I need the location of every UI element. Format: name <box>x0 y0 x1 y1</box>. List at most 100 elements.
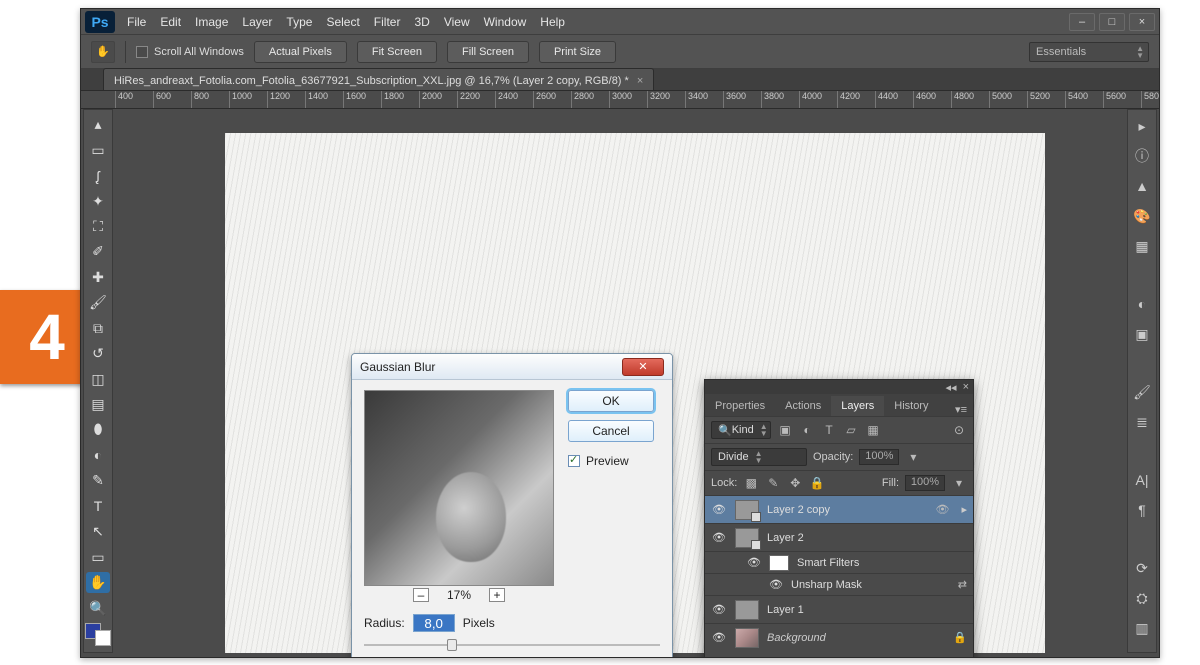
layer-item-layer2copy[interactable]: 👁 Layer 2 copy 👁 ▸ <box>705 495 973 523</box>
document-tab[interactable]: HiRes_andreaxt_Fotolia.com_Fotolia_63677… <box>103 68 654 90</box>
layer-filter-kind[interactable]: 🔍 Kind▲▼ <box>711 421 771 439</box>
magic-wand-tool-icon[interactable]: ✦ <box>86 190 110 211</box>
radius-slider[interactable] <box>364 638 660 652</box>
slider-thumb[interactable] <box>447 639 457 651</box>
maximize-button[interactable]: □ <box>1099 13 1125 31</box>
character-panel-icon[interactable]: A| <box>1131 470 1153 490</box>
tab-actions[interactable]: Actions <box>775 396 831 416</box>
zoom-tool-icon[interactable]: 🔍 <box>86 597 110 618</box>
preview-checkbox[interactable]: Preview <box>568 454 654 468</box>
actual-pixels-button[interactable]: Actual Pixels <box>254 41 347 63</box>
blur-tool-icon[interactable]: ⬮ <box>86 419 110 440</box>
lock-image-icon[interactable]: ✎ <box>765 475 781 491</box>
visibility-icon[interactable]: 👁 <box>711 531 727 544</box>
radius-input[interactable] <box>413 614 455 632</box>
fill-flyout-icon[interactable]: ▾ <box>951 475 967 491</box>
minimize-button[interactable]: – <box>1069 13 1095 31</box>
brush-tool-icon[interactable]: 🖌 <box>86 292 110 313</box>
print-size-button[interactable]: Print Size <box>539 41 616 63</box>
filter-mask-thumbnail[interactable] <box>769 555 789 571</box>
visibility-icon[interactable]: 👁 <box>711 603 727 616</box>
history-brush-tool-icon[interactable]: ↺ <box>86 343 110 364</box>
fill-value[interactable]: 100% <box>905 475 945 491</box>
filter-fx-icon[interactable]: 👁 <box>936 503 950 516</box>
pen-tool-icon[interactable]: ✎ <box>86 470 110 491</box>
workspace-switcher[interactable]: Essentials ▲▼ <box>1029 42 1149 62</box>
collapse-dock-icon[interactable]: ▸ <box>1131 116 1153 136</box>
menu-layer[interactable]: Layer <box>242 15 272 29</box>
opacity-value[interactable]: 100% <box>859 449 899 465</box>
fit-screen-button[interactable]: Fit Screen <box>357 41 437 63</box>
histogram-panel-icon[interactable]: ⛭ <box>1131 588 1153 608</box>
layer-name[interactable]: Layer 2 <box>767 532 804 544</box>
visibility-icon[interactable]: 👁 <box>711 503 727 516</box>
menu-edit[interactable]: Edit <box>160 15 181 29</box>
visibility-icon[interactable]: 👁 <box>769 578 783 591</box>
eraser-tool-icon[interactable]: ◫ <box>86 368 110 389</box>
paragraph-panel-icon[interactable]: ¶ <box>1131 500 1153 520</box>
dialog-close-button[interactable]: ✕ <box>622 358 664 376</box>
dialog-titlebar[interactable]: Gaussian Blur ✕ <box>352 354 672 380</box>
lasso-tool-icon[interactable]: ᶘ <box>86 165 110 186</box>
color-swatches[interactable] <box>85 623 111 646</box>
layer-thumbnail[interactable] <box>735 500 759 520</box>
brushes-panel-icon[interactable]: 🖌 <box>1131 382 1153 402</box>
layers-floating-panel[interactable]: ◂◂ × Properties Actions Layers History ▾… <box>704 379 974 658</box>
lock-position-icon[interactable]: ✥ <box>787 475 803 491</box>
styles-panel-icon[interactable]: ▦ <box>1131 236 1153 256</box>
layer-item-layer2[interactable]: 👁 Layer 2 <box>705 523 973 551</box>
fill-screen-button[interactable]: Fill Screen <box>447 41 529 63</box>
window-close-button[interactable]: × <box>1129 13 1155 31</box>
background-color[interactable] <box>95 630 111 646</box>
menu-view[interactable]: View <box>444 15 470 29</box>
tab-properties[interactable]: Properties <box>705 396 775 416</box>
menu-3d[interactable]: 3D <box>414 15 429 29</box>
snapshots-panel-icon[interactable]: ▥ <box>1131 618 1153 638</box>
menu-window[interactable]: Window <box>484 15 527 29</box>
smart-filters-heading[interactable]: 👁 Smart Filters <box>705 551 973 573</box>
tab-history[interactable]: History <box>884 396 938 416</box>
panel-collapse-icon[interactable]: ◂◂ <box>946 381 957 394</box>
menu-help[interactable]: Help <box>540 15 565 29</box>
filter-smart-icon[interactable]: ▦ <box>865 422 881 438</box>
ok-button[interactable]: OK <box>568 390 654 412</box>
menu-image[interactable]: Image <box>195 15 228 29</box>
menu-filter[interactable]: Filter <box>374 15 401 29</box>
layer-thumbnail[interactable] <box>735 528 759 548</box>
shape-tool-icon[interactable]: ▭ <box>86 546 110 567</box>
zoom-out-button[interactable]: – <box>413 588 429 602</box>
panel-close-icon[interactable]: × <box>963 381 969 393</box>
layer-collapse-icon[interactable]: ▸ <box>961 503 967 516</box>
filter-type-icon[interactable]: T <box>821 422 837 438</box>
adjustments-panel-icon[interactable]: ◐ <box>1131 294 1153 314</box>
hand-tool-icon[interactable]: ✋ <box>91 41 115 63</box>
lock-all-icon[interactable]: 🔒 <box>809 475 825 491</box>
brush-presets-panel-icon[interactable]: ≣ <box>1131 412 1153 432</box>
healing-brush-tool-icon[interactable]: ✚ <box>86 267 110 288</box>
layer-name[interactable]: Background <box>767 632 826 644</box>
navigator-panel-icon[interactable]: ⟳ <box>1131 558 1153 578</box>
layer-thumbnail[interactable] <box>735 600 759 620</box>
move-tool-icon[interactable]: ▴ <box>86 114 110 135</box>
layer-item-layer1[interactable]: 👁 Layer 1 <box>705 595 973 623</box>
dodge-tool-icon[interactable]: ◐ <box>86 445 110 466</box>
gaussian-blur-dialog[interactable]: Gaussian Blur ✕ – 17% + OK Cancel Previe <box>351 353 673 658</box>
blend-mode-dropdown[interactable]: Divide▲▼ <box>711 448 807 466</box>
masks-panel-icon[interactable]: ▣ <box>1131 324 1153 344</box>
lock-transparent-icon[interactable]: ▩ <box>743 475 759 491</box>
path-select-tool-icon[interactable]: ↖ <box>86 521 110 542</box>
smart-filter-name[interactable]: Unsharp Mask <box>791 579 862 591</box>
filter-options-icon[interactable]: ⇄ <box>958 578 967 591</box>
filter-pixel-icon[interactable]: ▣ <box>777 422 793 438</box>
smart-filter-item[interactable]: 👁 Unsharp Mask ⇄ <box>705 573 973 595</box>
info-panel-icon[interactable]: ⓘ <box>1131 146 1153 166</box>
gradient-tool-icon[interactable]: ▤ <box>86 394 110 415</box>
swatches-panel-icon[interactable]: 🎨 <box>1131 206 1153 226</box>
close-tab-icon[interactable]: × <box>637 75 643 87</box>
tab-layers[interactable]: Layers <box>831 396 884 416</box>
scroll-all-windows-checkbox[interactable]: Scroll All Windows <box>136 46 244 58</box>
layer-name[interactable]: Layer 1 <box>767 604 804 616</box>
layer-name[interactable]: Layer 2 copy <box>767 504 830 516</box>
menu-file[interactable]: File <box>127 15 146 29</box>
visibility-icon[interactable]: 👁 <box>747 556 761 569</box>
